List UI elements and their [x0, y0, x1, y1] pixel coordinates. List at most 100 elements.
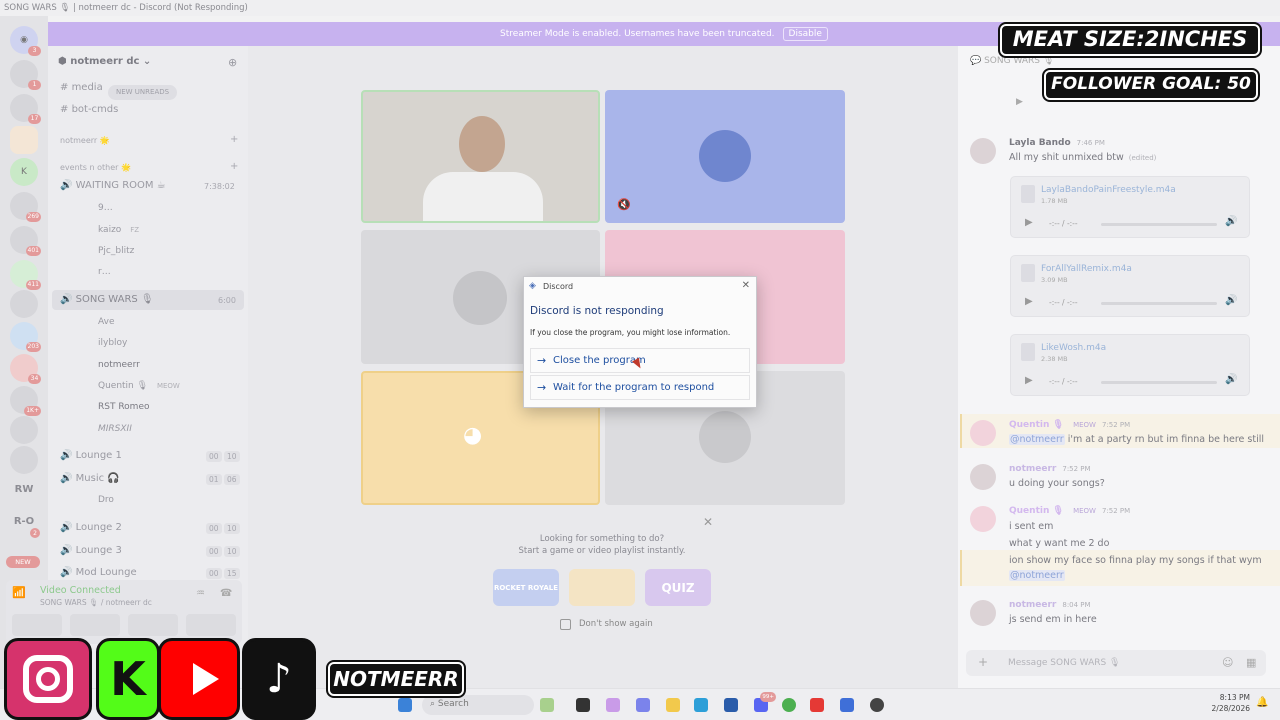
soundboard-button[interactable]	[186, 614, 236, 636]
play-icon[interactable]: ▶	[1025, 217, 1033, 228]
guild-text-rw[interactable]: RW	[4, 484, 44, 495]
file-explorer-icon[interactable]	[666, 698, 680, 712]
clock-time[interactable]: 8:13 PM	[1206, 693, 1250, 702]
message-composer[interactable]: + Message SONG WARS 🎙 ☺ ▦	[966, 650, 1266, 676]
user-mention[interactable]: @notmeerr	[1009, 434, 1065, 445]
guild-icon[interactable]	[10, 416, 38, 444]
taskbar-search[interactable]: ⌕ Search	[422, 695, 534, 715]
channel-media[interactable]: # media	[60, 82, 103, 93]
video-tile[interactable]: 🔇	[605, 90, 845, 223]
avatar[interactable]	[970, 464, 996, 490]
attachment-name[interactable]: ForAllYallRemix.m4a	[1041, 264, 1132, 274]
avatar[interactable]	[970, 506, 996, 532]
guild-text-ro[interactable]: R-O	[4, 516, 44, 527]
wait-program-button[interactable]: → Wait for the program to respond	[530, 375, 750, 400]
server-name[interactable]: ⬢ notmeerr dc ⌄	[58, 56, 151, 67]
voice-channel-music[interactable]: 🔊 Music 🎧	[60, 473, 120, 484]
noise-suppression-icon[interactable]: ♒	[196, 588, 205, 599]
activity-rocket-royale[interactable]: ROCKET ROYALE	[493, 569, 559, 606]
dont-show-checkbox[interactable]	[560, 619, 571, 630]
attachment-name[interactable]: LikeWosh.m4a	[1041, 343, 1106, 353]
guild-icon[interactable]: 34	[10, 354, 41, 384]
disconnect-icon[interactable]: ☎	[220, 588, 232, 599]
guild-icon[interactable]: K	[10, 158, 38, 186]
notification-icon[interactable]: 🔔	[1256, 697, 1268, 708]
voice-member[interactable]: ilybloy	[98, 338, 127, 348]
audio-attachment[interactable]: ForAllYallRemix.m4a 3.09 MB ▶ -:-- / -:-…	[1010, 255, 1250, 317]
copilot-icon[interactable]	[606, 698, 620, 712]
guild-icon[interactable]: 269	[10, 192, 41, 222]
volume-icon[interactable]: 🔊	[1225, 216, 1237, 227]
audio-progress[interactable]	[1101, 381, 1217, 384]
video-tile-camera[interactable]	[361, 90, 600, 223]
guild-icon[interactable]: 203	[10, 322, 41, 352]
message-author[interactable]: Quentin 🎙 MEOW 7:52 PM	[1009, 420, 1130, 430]
store-icon[interactable]	[724, 698, 738, 712]
guild-icon[interactable]: 17	[10, 94, 41, 124]
dialog-close-icon[interactable]: ✕	[742, 280, 750, 291]
message-author[interactable]: notmeerr 7:52 PM	[1009, 464, 1091, 474]
user-mention[interactable]: @notmeerr	[1009, 570, 1065, 581]
voice-channel-mod-lounge[interactable]: 🔊 Mod Lounge	[60, 567, 137, 578]
play-icon[interactable]: ▶	[1016, 97, 1023, 107]
guild-icon[interactable]	[10, 446, 38, 474]
chrome-icon[interactable]	[782, 698, 796, 712]
voice-channel-lounge-3[interactable]: 🔊 Lounge 3	[60, 545, 122, 556]
voice-member[interactable]: notmeerr	[98, 360, 140, 370]
new-unreads-pill[interactable]: NEW UNREADS	[108, 85, 178, 100]
clock-date[interactable]: 2/28/2026	[1206, 704, 1250, 713]
guild-icon[interactable]: 401	[10, 226, 41, 256]
voice-member[interactable]: kaizo FZ	[98, 225, 139, 235]
category-events[interactable]: events n other 🌟	[60, 163, 131, 172]
voice-channel-song-wars[interactable]: 🔊 SONG WARS 🎙	[60, 294, 154, 305]
windows-start-icon[interactable]	[398, 698, 412, 712]
message-author[interactable]: Quentin 🎙 MEOW 7:52 PM	[1009, 506, 1130, 516]
guild-icon[interactable]: 411	[10, 260, 41, 290]
discord-taskbar-icon[interactable]: 99+	[754, 692, 776, 712]
voice-channel-waiting-room[interactable]: 🔊 WAITING ROOM ☕	[60, 180, 166, 191]
voice-member[interactable]: Dro	[98, 495, 114, 505]
activities-button[interactable]	[128, 614, 178, 636]
apps-icon[interactable]: ▦	[1246, 656, 1256, 669]
voice-member[interactable]: MIRSXII	[98, 424, 132, 434]
guild-icon-active[interactable]	[10, 126, 38, 154]
voice-member[interactable]: Ave	[98, 317, 115, 327]
guild-icon[interactable]: 1	[10, 60, 41, 90]
add-channel-icon[interactable]: +	[230, 134, 238, 145]
message-author[interactable]: notmeerr 8:04 PM	[1009, 600, 1091, 610]
discord-home-icon[interactable]: ◉ 3	[10, 26, 41, 56]
voice-member[interactable]: 9…	[98, 203, 113, 213]
voice-member[interactable]: Pjc_blitz	[98, 246, 134, 256]
edge-icon[interactable]	[694, 698, 708, 712]
camera-button[interactable]	[12, 614, 62, 636]
add-member-icon[interactable]: ⊕	[228, 56, 237, 69]
add-attachment-icon[interactable]: +	[978, 655, 988, 669]
voice-channel-lounge-1[interactable]: 🔊 Lounge 1	[60, 450, 122, 461]
voice-member[interactable]: RST Romeo	[98, 402, 150, 412]
guild-icon[interactable]	[10, 290, 38, 318]
voice-member[interactable]: r…	[98, 267, 111, 277]
add-channel-icon[interactable]: +	[230, 161, 238, 172]
screenshare-button[interactable]	[70, 614, 120, 636]
widgets-icon[interactable]	[540, 698, 554, 712]
youtube-taskbar-icon[interactable]	[810, 698, 824, 712]
volume-icon[interactable]: 🔊	[1225, 374, 1237, 385]
message-author[interactable]: Layla Bando 7:46 PM	[1009, 138, 1105, 148]
play-icon[interactable]: ▶	[1025, 375, 1033, 386]
audio-attachment[interactable]: LikeWosh.m4a 2.38 MB ▶ -:-- / -:-- 🔊	[1010, 334, 1250, 396]
disable-button[interactable]: Disable	[782, 27, 828, 41]
voice-member[interactable]: Quentin 🎙 MEOW	[98, 381, 180, 391]
audio-progress[interactable]	[1101, 223, 1217, 226]
activity-quiz[interactable]: QUIZ	[645, 569, 711, 606]
play-icon[interactable]: ▶	[1025, 296, 1033, 307]
avatar[interactable]	[970, 138, 996, 164]
task-view-icon[interactable]	[576, 698, 590, 712]
close-activity-icon[interactable]: ✕	[703, 515, 713, 529]
audio-attachment[interactable]: LaylaBandoPainFreestyle.m4a 1.78 MB ▶ -:…	[1010, 176, 1250, 238]
channel-bot-cmds[interactable]: # bot-cmds	[60, 104, 118, 115]
volume-icon[interactable]: 🔊	[1225, 295, 1237, 306]
category-notmeerr[interactable]: notmeerr 🌟	[60, 136, 110, 145]
avatar[interactable]	[970, 420, 996, 446]
voice-channel-lounge-2[interactable]: 🔊 Lounge 2	[60, 522, 122, 533]
guild-icon[interactable]: 1K+	[10, 386, 41, 416]
